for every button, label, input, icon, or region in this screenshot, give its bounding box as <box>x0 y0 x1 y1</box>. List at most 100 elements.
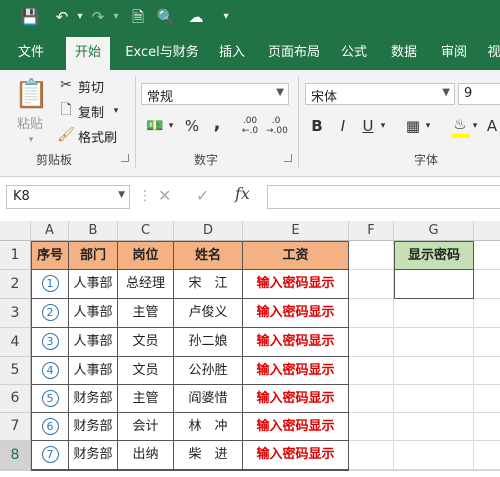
decrease-decimal-icon[interactable]: .0 →.00 <box>266 116 288 136</box>
cancel-icon[interactable]: ✕ <box>158 186 171 205</box>
grid-cell[interactable] <box>349 299 394 328</box>
table-cell[interactable]: 3 <box>31 328 69 357</box>
table-cell[interactable]: 输入密码显示 <box>243 413 349 441</box>
grid-cell[interactable] <box>474 357 500 385</box>
table-cell[interactable]: 主管 <box>118 385 174 413</box>
format-painter-button[interactable]: 格式刷 <box>78 127 117 146</box>
grid-cell[interactable] <box>349 470 394 471</box>
row-header[interactable] <box>0 470 31 471</box>
table-cell[interactable]: 公孙胜 <box>174 357 243 385</box>
select-all-corner[interactable] <box>0 221 31 241</box>
table-cell[interactable]: 财务部 <box>69 385 118 413</box>
table-cell-partial[interactable] <box>118 470 174 471</box>
insert-function-icon[interactable]: fx <box>235 184 250 203</box>
print-preview-icon[interactable]: 🔍 <box>156 7 176 27</box>
name-box[interactable]: K8 ▼ <box>6 185 130 209</box>
grid-cell[interactable] <box>394 299 474 328</box>
copy-icon[interactable]: 🗋 <box>56 100 76 120</box>
copy-button[interactable]: 复制 <box>78 102 104 121</box>
column-header[interactable]: C <box>118 221 174 241</box>
table-cell[interactable]: 财务部 <box>69 441 118 470</box>
save-icon[interactable]: 💾 <box>20 7 40 27</box>
grid-cell[interactable] <box>474 270 500 299</box>
table-cell[interactable]: 2 <box>31 299 69 328</box>
table-header-cell[interactable]: 部门 <box>69 241 118 270</box>
table-cell[interactable]: 人事部 <box>69 299 118 328</box>
row-header[interactable]: 1 <box>0 241 31 270</box>
table-cell[interactable]: 输入密码显示 <box>243 328 349 357</box>
enter-icon[interactable]: ✓ <box>196 186 209 205</box>
increase-decimal-icon[interactable]: .00 ←.0 <box>240 116 260 136</box>
copy-dropdown-icon[interactable]: ▾ <box>110 101 122 121</box>
tab-file[interactable]: 文件 <box>6 37 56 70</box>
row-header[interactable]: 3 <box>0 299 31 328</box>
redo-icon[interactable]: ↷ <box>88 7 108 27</box>
table-cell[interactable]: 人事部 <box>69 328 118 357</box>
currency-dropdown-icon[interactable]: ▾ <box>166 116 176 136</box>
underline-button[interactable]: U <box>358 116 378 136</box>
grid-cell[interactable] <box>349 328 394 357</box>
percent-style-button[interactable]: % <box>182 116 202 136</box>
row-header[interactable]: 5 <box>0 357 31 385</box>
table-cell[interactable]: 6 <box>31 413 69 441</box>
tab-data[interactable]: 数据 <box>384 37 424 70</box>
grid-cell[interactable] <box>394 328 474 357</box>
paste-icon[interactable]: 📋 <box>14 76 49 112</box>
grid-cell[interactable] <box>349 413 394 441</box>
tab-view[interactable]: 视 <box>482 37 500 70</box>
table-cell[interactable]: 4 <box>31 357 69 385</box>
currency-format-icon[interactable]: 💵 <box>144 116 166 136</box>
grid-cell[interactable] <box>349 441 394 470</box>
table-cell-partial[interactable] <box>243 470 349 471</box>
format-painter-icon[interactable]: 🖌 <box>56 125 76 145</box>
tab-formulas[interactable]: 公式 <box>334 37 374 70</box>
undo-dropdown-icon[interactable]: ▾ <box>70 7 90 27</box>
column-header[interactable]: G <box>394 221 474 241</box>
table-cell[interactable]: 人事部 <box>69 357 118 385</box>
table-cell[interactable]: 财务部 <box>69 413 118 441</box>
font-name-select[interactable]: 宋体 ▼ <box>305 83 455 105</box>
row-header[interactable]: 7 <box>0 413 31 441</box>
table-cell[interactable]: 会计 <box>118 413 174 441</box>
grid-cell[interactable] <box>394 470 474 471</box>
font-color-icon[interactable]: A <box>484 116 500 136</box>
column-header[interactable]: B <box>69 221 118 241</box>
grid-cell[interactable] <box>474 328 500 357</box>
tab-page-layout[interactable]: 页面布局 <box>262 37 326 70</box>
row-header[interactable]: 6 <box>0 385 31 413</box>
grid-cell[interactable] <box>394 357 474 385</box>
grid-cell[interactable] <box>474 470 500 471</box>
column-header[interactable]: E <box>243 221 349 241</box>
bold-button[interactable]: B <box>307 116 327 136</box>
fill-color-icon[interactable]: ♨ <box>450 114 470 134</box>
underline-dropdown-icon[interactable]: ▾ <box>378 116 388 136</box>
table-header-cell[interactable]: 岗位 <box>118 241 174 270</box>
password-input-cell[interactable] <box>394 270 474 299</box>
row-header[interactable]: 8 <box>0 441 31 470</box>
cloud-sync-icon[interactable]: ☁ <box>186 7 206 27</box>
fill-color-dropdown-icon[interactable]: ▾ <box>470 116 480 136</box>
number-launcher-icon[interactable] <box>284 154 292 162</box>
table-header-cell[interactable]: 序号 <box>31 241 69 270</box>
table-cell[interactable]: 宋 江 <box>174 270 243 299</box>
table-cell[interactable]: 林 冲 <box>174 413 243 441</box>
table-cell[interactable]: 输入密码显示 <box>243 357 349 385</box>
tab-insert[interactable]: 插入 <box>212 37 252 70</box>
table-cell[interactable]: 总经理 <box>118 270 174 299</box>
formula-input[interactable] <box>267 185 500 209</box>
borders-icon[interactable]: ▦ <box>403 116 423 136</box>
column-header[interactable]: D <box>174 221 243 241</box>
grid-cell[interactable] <box>349 241 394 270</box>
table-header-cell[interactable]: 姓名 <box>174 241 243 270</box>
row-header[interactable]: 2 <box>0 270 31 299</box>
grid-cell[interactable] <box>349 385 394 413</box>
redo-dropdown-icon[interactable]: ▾ <box>106 7 126 27</box>
grid-cell[interactable] <box>349 357 394 385</box>
tab-home[interactable]: 开始 <box>66 37 110 70</box>
table-cell-partial[interactable] <box>31 470 69 471</box>
undo-icon[interactable]: ↶ <box>52 7 72 27</box>
table-cell-partial[interactable] <box>69 470 118 471</box>
grid-cell[interactable] <box>474 385 500 413</box>
table-cell[interactable]: 人事部 <box>69 270 118 299</box>
table-cell[interactable]: 阎婆惜 <box>174 385 243 413</box>
